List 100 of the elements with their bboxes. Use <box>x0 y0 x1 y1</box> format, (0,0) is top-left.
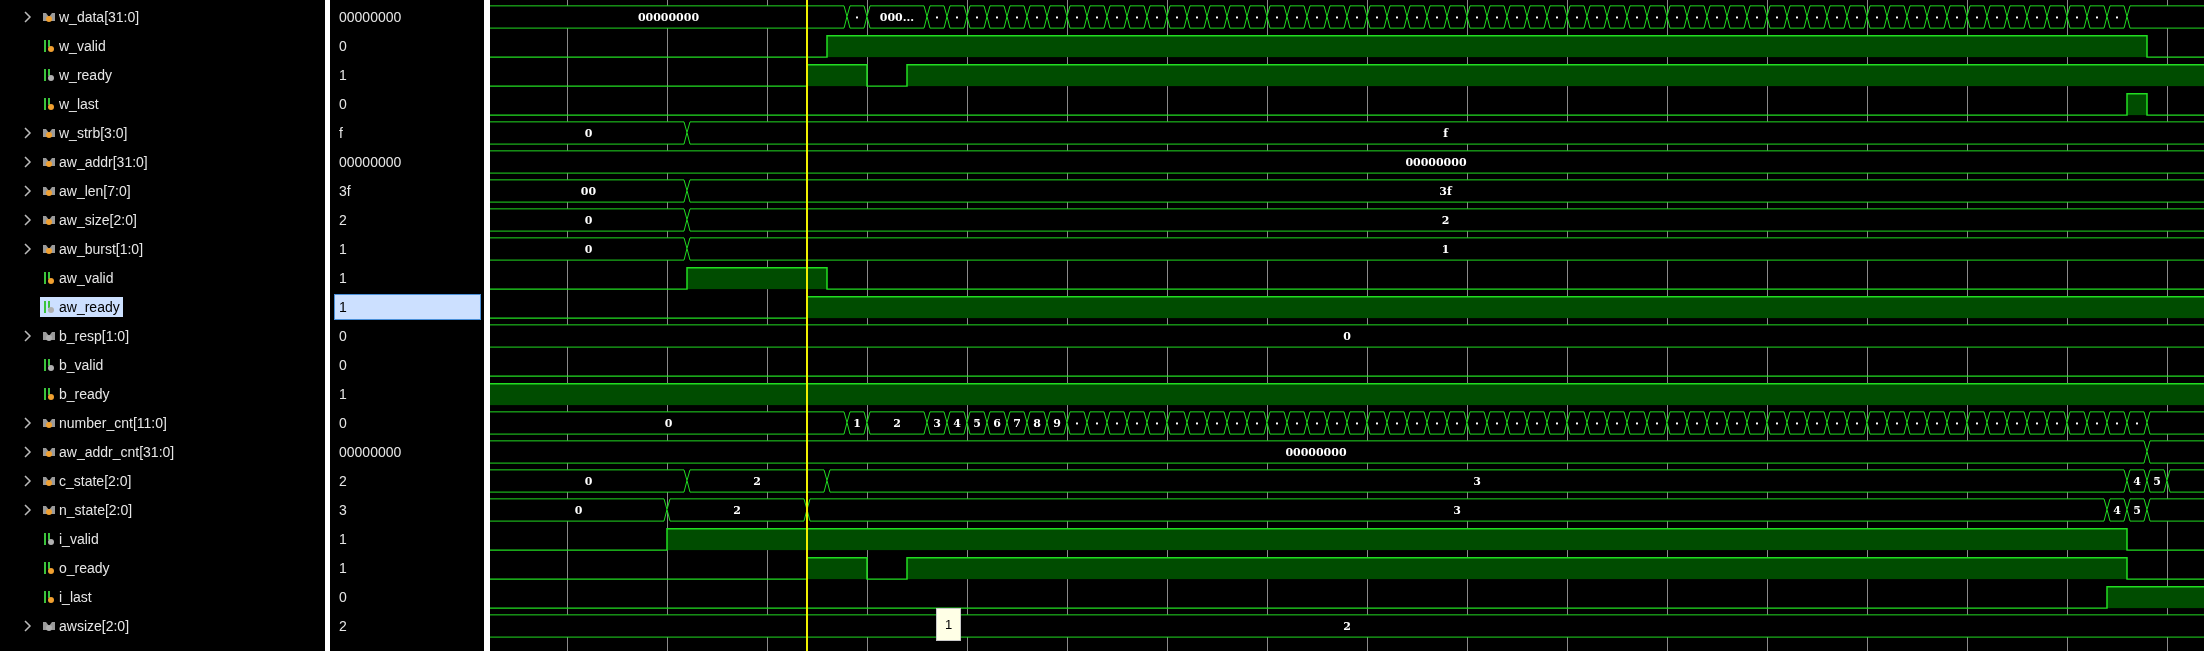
signal-value[interactable]: 1 <box>334 264 481 291</box>
bus-value: 0 <box>584 243 593 257</box>
bit-signal-icon <box>42 270 56 285</box>
signal-value[interactable]: 0 <box>334 583 481 610</box>
bus-value: 2 <box>893 417 901 431</box>
signal-name[interactable]: number_cnt[11:0] <box>40 412 170 433</box>
chevron-right-icon[interactable] <box>22 126 32 139</box>
bus-value: 3 <box>933 417 941 431</box>
signal-value[interactable]: 2 <box>334 467 481 494</box>
signal-name[interactable]: aw_burst[1:0] <box>40 238 147 259</box>
chevron-right-icon[interactable] <box>22 329 32 342</box>
bus-value: 2 <box>1343 620 1351 634</box>
signal-name[interactable]: w_ready <box>40 64 115 85</box>
signal-name[interactable]: i_last <box>40 586 95 607</box>
signal-value[interactable]: 1 <box>334 235 481 262</box>
signal-value[interactable]: 3 <box>334 496 481 523</box>
signal-name-text: awsize[2:0] <box>59 617 130 634</box>
bus-value: 3 <box>1473 475 1481 489</box>
signal-name-text: b_resp[1:0] <box>59 327 130 344</box>
signal-value[interactable]: 0 <box>334 351 481 378</box>
bus-value: 00000000 <box>637 11 700 25</box>
bus-value: f <box>1443 127 1448 141</box>
bus-value: 7 <box>1013 417 1021 431</box>
bus-value: 0 <box>574 504 583 518</box>
signal-name[interactable]: o_ready <box>40 557 113 578</box>
chevron-right-icon[interactable] <box>22 416 32 429</box>
signal-name[interactable]: c_state[2:0] <box>40 470 135 491</box>
signal-value[interactable]: 1 <box>334 525 481 552</box>
chevron-right-icon[interactable] <box>22 445 32 458</box>
bus-value: 0 <box>584 475 593 489</box>
bus-value: 0 <box>1343 330 1351 344</box>
signal-name-text: n_state[2:0] <box>59 501 133 518</box>
signal-name-text: w_data[31:0] <box>59 8 140 25</box>
signal-value[interactable]: 00000000 <box>334 438 481 465</box>
signal-name[interactable]: aw_ready <box>40 296 123 317</box>
bus-value: 0 <box>584 214 593 228</box>
bus-value: 00000000 <box>1405 156 1467 170</box>
chevron-right-icon[interactable] <box>22 242 32 255</box>
bus-value: 9 <box>1053 417 1061 431</box>
cursor-tooltip: 1 <box>936 608 961 641</box>
signal-name-text: aw_len[7:0] <box>59 182 131 199</box>
signal-name-text: aw_burst[1:0] <box>59 240 144 257</box>
signal-value[interactable]: f <box>334 119 481 146</box>
signal-name-text: b_valid <box>59 356 104 373</box>
signal-name[interactable]: i_valid <box>40 528 102 549</box>
signal-name-text: aw_addr[31:0] <box>59 153 148 170</box>
chevron-right-icon[interactable] <box>22 10 32 23</box>
signal-name[interactable]: w_data[31:0] <box>40 6 143 27</box>
signal-name[interactable]: aw_len[7:0] <box>40 180 134 201</box>
bus-value: 5 <box>2153 475 2161 489</box>
bus-value: 2 <box>753 475 761 489</box>
bit-signal-icon <box>42 589 56 604</box>
signal-value[interactable]: 2 <box>334 612 481 639</box>
chevron-right-icon[interactable] <box>22 503 32 516</box>
signal-value[interactable]: 3f <box>334 177 481 204</box>
bus-value: 3 <box>1453 504 1461 518</box>
signal-name-text: number_cnt[11:0] <box>59 414 167 431</box>
signal-name[interactable]: n_state[2:0] <box>40 499 136 520</box>
signal-value[interactable]: 0 <box>334 322 481 349</box>
signal-value[interactable]: 1 <box>334 554 481 581</box>
signal-value[interactable]: 1 <box>334 61 481 88</box>
signal-value[interactable]: 0 <box>334 90 481 117</box>
chevron-right-icon[interactable] <box>22 213 32 226</box>
bus-value: 5 <box>973 417 981 431</box>
chevron-right-icon[interactable] <box>22 619 32 632</box>
signal-name-text: aw_addr_cnt[31:0] <box>59 443 175 460</box>
signal-name[interactable]: aw_addr[31:0] <box>40 151 151 172</box>
signal-name[interactable]: w_valid <box>40 35 109 56</box>
signal-name[interactable]: b_valid <box>40 354 107 375</box>
signal-name-text: aw_ready <box>59 298 120 315</box>
signal-name[interactable]: aw_addr_cnt[31:0] <box>40 441 178 462</box>
bit-signal-icon <box>42 96 56 111</box>
bus-value: 00 <box>580 185 597 199</box>
bit-signal-icon <box>42 357 56 372</box>
bus-value: 2 <box>1441 214 1450 228</box>
signal-name-text: w_last <box>59 95 99 112</box>
bit-signal-icon <box>42 560 56 575</box>
bus-value: 0 <box>584 127 593 141</box>
bus-value: 8 <box>1033 417 1041 431</box>
bus-value: 6 <box>993 417 1001 431</box>
signal-value[interactable]: 0 <box>334 32 481 59</box>
chevron-right-icon[interactable] <box>22 184 32 197</box>
signal-value[interactable]: 0 <box>334 409 481 436</box>
signal-value[interactable]: 00000000 <box>334 3 481 30</box>
signal-value[interactable]: 00000000 <box>334 148 481 175</box>
bus-value: 4 <box>2113 504 2121 518</box>
signal-name-text: i_valid <box>59 530 99 547</box>
signal-name-text: w_valid <box>59 37 106 54</box>
signal-value[interactable]: 2 <box>334 206 481 233</box>
signal-name[interactable]: b_ready <box>40 383 113 404</box>
chevron-right-icon[interactable] <box>22 155 32 168</box>
signal-name[interactable]: b_resp[1:0] <box>40 325 133 346</box>
signal-name[interactable]: w_strb[3:0] <box>40 122 131 143</box>
signal-name[interactable]: aw_size[2:0] <box>40 209 140 230</box>
signal-value[interactable]: 1 <box>334 380 481 407</box>
chevron-right-icon[interactable] <box>22 474 32 487</box>
signal-name[interactable]: awsize[2:0] <box>40 615 133 636</box>
signal-name[interactable]: aw_valid <box>40 267 117 288</box>
signal-value[interactable]: 1 <box>334 293 481 320</box>
signal-name[interactable]: w_last <box>40 93 102 114</box>
